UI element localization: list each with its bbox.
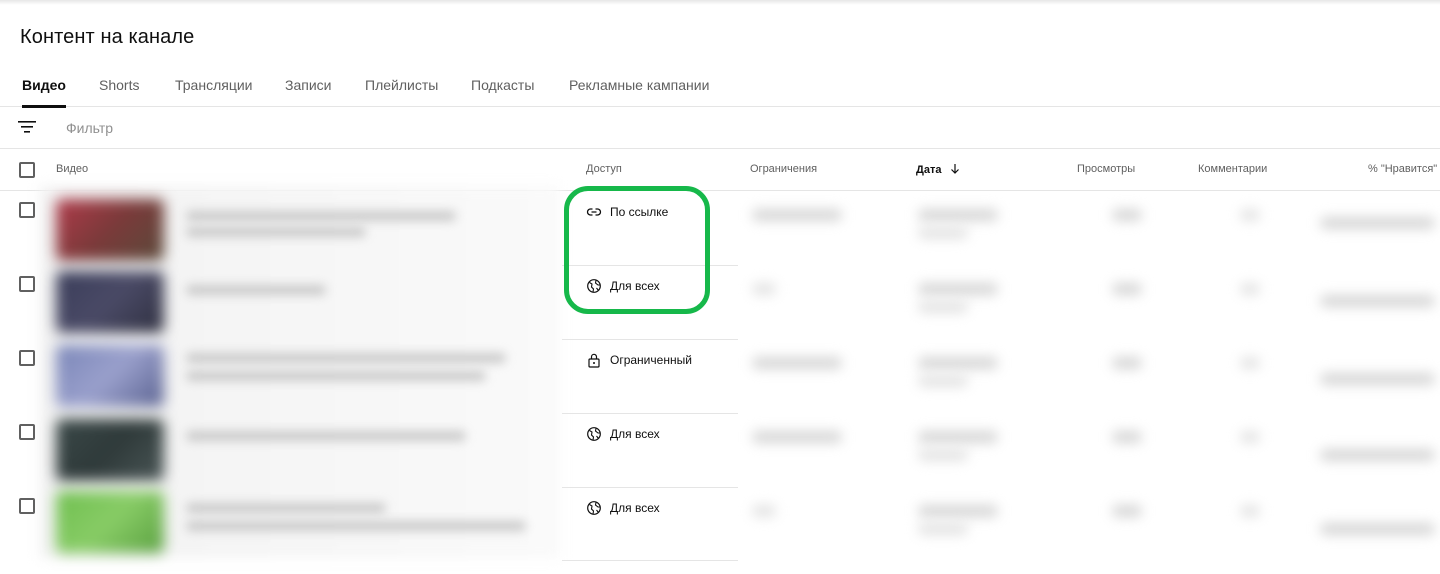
date-sub-blurred — [918, 449, 968, 461]
tab-posts[interactable]: Записи — [285, 64, 331, 107]
tab-shorts[interactable]: Shorts — [99, 64, 139, 107]
video-desc-blurred — [186, 227, 366, 237]
video-thumbnail[interactable] — [56, 271, 164, 333]
date-blurred — [918, 209, 998, 221]
video-title-blurred — [186, 285, 326, 295]
table-row[interactable]: По ссылке — [0, 191, 1440, 265]
date-sub-blurred — [918, 301, 968, 313]
views-blurred — [1112, 283, 1142, 295]
column-likes: % "Нравится" — [1368, 163, 1438, 175]
top-shadow — [0, 0, 1440, 5]
tab-playlists[interactable]: Плейлисты — [365, 64, 438, 107]
restriction-blurred — [752, 283, 776, 295]
access-public[interactable]: Для всех — [586, 498, 660, 518]
restriction-blurred — [752, 505, 776, 517]
likes-blurred — [1320, 523, 1435, 535]
column-comments: Комментарии — [1198, 163, 1268, 175]
access-label: Для всех — [610, 501, 660, 515]
column-access: Доступ — [586, 163, 622, 175]
date-blurred — [918, 357, 998, 369]
access-label: По ссылке — [610, 205, 669, 219]
tabs-bar: Видео Shorts Трансляции Записи Плейлисты… — [0, 64, 1440, 108]
access-link[interactable]: По ссылке — [586, 202, 668, 222]
views-blurred — [1112, 505, 1142, 517]
link-icon — [586, 208, 602, 216]
video-title-blurred — [186, 211, 456, 221]
globe-icon — [587, 279, 601, 293]
likes-blurred — [1320, 373, 1435, 385]
video-desc-blurred — [186, 371, 486, 381]
table-row[interactable]: Ограниченный — [0, 339, 1440, 413]
column-date-label: Дата — [916, 164, 942, 176]
column-video: Видео — [56, 163, 89, 175]
table-row[interactable]: Для всех — [0, 487, 1440, 561]
views-blurred — [1112, 357, 1142, 369]
table-row[interactable]: Для всех — [0, 413, 1440, 487]
date-sub-blurred — [918, 227, 968, 239]
arrow-down-icon — [950, 164, 959, 174]
comments-blurred — [1240, 357, 1260, 369]
globe-icon — [587, 501, 601, 515]
comments-blurred — [1240, 505, 1260, 517]
row-checkbox[interactable] — [19, 424, 35, 440]
date-sub-blurred — [918, 523, 968, 535]
lock-icon — [588, 353, 600, 368]
page-title: Контент на канале — [20, 26, 195, 48]
table-row[interactable]: Для всех — [0, 265, 1440, 339]
video-thumbnail[interactable] — [56, 491, 164, 553]
restriction-blurred — [752, 357, 842, 369]
likes-blurred — [1320, 295, 1435, 307]
access-label: Для всех — [610, 279, 660, 293]
filter-input[interactable] — [66, 117, 466, 139]
access-public[interactable]: Для всех — [586, 424, 660, 444]
video-thumbnail[interactable] — [56, 345, 164, 407]
tab-podcasts[interactable]: Подкасты — [471, 64, 534, 107]
video-thumbnail[interactable] — [56, 419, 164, 481]
access-private[interactable]: Ограниченный — [586, 350, 692, 370]
row-checkbox[interactable] — [19, 350, 35, 366]
likes-blurred — [1320, 217, 1435, 229]
views-blurred — [1112, 431, 1142, 443]
row-checkbox[interactable] — [19, 202, 35, 218]
video-title-blurred — [186, 353, 506, 363]
views-blurred — [1112, 209, 1142, 221]
date-sub-blurred — [918, 375, 968, 387]
row-divider — [562, 560, 738, 561]
date-blurred — [918, 431, 998, 443]
comments-blurred — [1240, 209, 1260, 221]
video-thumbnail[interactable] — [56, 199, 164, 261]
column-views: Просмотры — [1077, 163, 1136, 175]
date-blurred — [918, 283, 998, 295]
globe-icon — [587, 427, 601, 441]
comments-blurred — [1240, 431, 1260, 443]
restriction-blurred — [752, 431, 842, 443]
column-restrictions: Ограничения — [750, 163, 818, 175]
column-date[interactable]: Дата — [916, 163, 961, 176]
date-blurred — [918, 505, 998, 517]
access-public[interactable]: Для всех — [586, 276, 660, 296]
filter-icon[interactable] — [18, 120, 36, 134]
access-label: Ограниченный — [610, 353, 692, 367]
tab-live[interactable]: Трансляции — [175, 64, 252, 107]
video-title-blurred — [186, 503, 386, 513]
filter-bar — [0, 107, 1440, 149]
tab-video[interactable]: Видео — [22, 64, 66, 108]
row-checkbox[interactable] — [19, 498, 35, 514]
table-header: Видео Доступ Ограничения Дата Просмотры … — [0, 149, 1440, 191]
select-all-checkbox[interactable] — [19, 162, 35, 178]
comments-blurred — [1240, 283, 1260, 295]
likes-blurred — [1320, 449, 1435, 461]
video-desc-blurred — [186, 521, 526, 531]
video-title-blurred — [186, 431, 466, 441]
row-checkbox[interactable] — [19, 276, 35, 292]
tab-promotions[interactable]: Рекламные кампании — [569, 64, 709, 107]
access-label: Для всех — [610, 427, 660, 441]
restriction-blurred — [752, 209, 842, 221]
